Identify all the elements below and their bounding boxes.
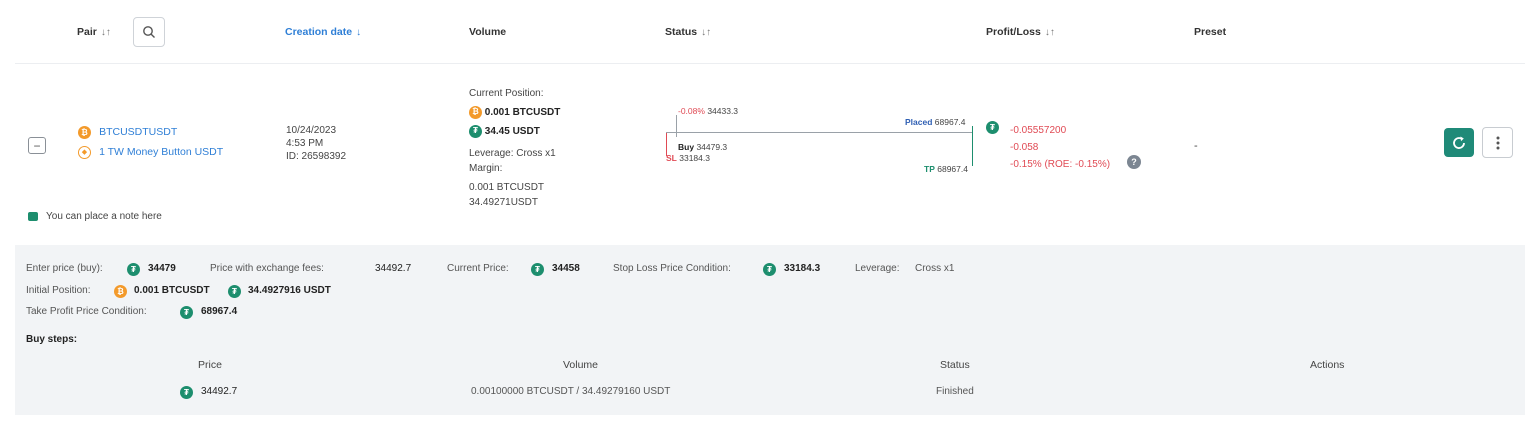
tp-condition-label: Take Profit Price Condition: bbox=[26, 306, 147, 317]
sort-icon: ↓↑ bbox=[100, 27, 111, 38]
sort-icon: ↓↑ bbox=[1044, 27, 1055, 38]
pl-value-2: -0.058 bbox=[1010, 142, 1039, 153]
more-actions-button[interactable] bbox=[1482, 127, 1513, 158]
sl-label: SL 33184.3 bbox=[666, 153, 710, 163]
column-header-preset: Preset bbox=[1194, 26, 1227, 38]
sort-icon: ↓↑ bbox=[701, 27, 712, 38]
position-usdt: 34.45 USDT bbox=[484, 126, 540, 137]
usdt-coin-icon: ₮ bbox=[469, 124, 482, 138]
current-position-label: Current Position: bbox=[469, 88, 544, 99]
step-price: 34492.7 bbox=[201, 386, 238, 397]
buy-steps-title: Buy steps: bbox=[26, 334, 78, 345]
step-volume: 0.00100000 BTCUSDT / 34.49279160 USDT bbox=[471, 386, 671, 397]
usdt-coin-icon: ₮ bbox=[127, 263, 140, 276]
sort-desc-icon: ↓ bbox=[356, 27, 362, 38]
btc-coin-icon: ₿ bbox=[114, 285, 127, 298]
refresh-icon bbox=[1453, 136, 1465, 149]
creation-time: 4:53 PM bbox=[286, 138, 324, 149]
more-vertical-icon bbox=[1496, 136, 1499, 149]
usdt-coin-icon: ₮ bbox=[986, 121, 999, 134]
placed-label: Placed 68967.4 bbox=[905, 117, 966, 127]
preset-value: - bbox=[1194, 140, 1198, 152]
leverage-value: Cross x1 bbox=[915, 263, 955, 274]
note-field[interactable]: You can place a note here bbox=[28, 211, 162, 222]
status-range-line bbox=[666, 132, 973, 133]
column-header-creation-date[interactable]: Creation date ↓ bbox=[285, 26, 361, 38]
margin-label: Margin: bbox=[469, 163, 503, 174]
current-price-value: 34458 bbox=[552, 263, 580, 274]
tp-condition-value: 68967.4 bbox=[201, 306, 238, 317]
price-fees-value: 34492.7 bbox=[375, 263, 412, 274]
table-row: ₮ 34492.7 0.00100000 BTCUSDT / 34.492791… bbox=[0, 385, 1536, 401]
search-button[interactable] bbox=[133, 17, 165, 47]
leverage-label: Leverage: bbox=[855, 263, 900, 274]
pair-cell: ₿ BTCUSDTUSDT ◆ 1 TW Money Button USDT bbox=[78, 126, 223, 164]
pair-link[interactable]: BTCUSDTUSDT bbox=[99, 126, 177, 138]
steps-header-volume: Volume bbox=[563, 359, 599, 371]
steps-header-actions: Actions bbox=[1310, 359, 1345, 371]
initial-usdt: 34.4927916 USDT bbox=[248, 285, 331, 296]
pl-percent: -0.15% (ROE: -0.15%) bbox=[1010, 159, 1111, 170]
collapse-row-button[interactable]: − bbox=[28, 137, 46, 154]
enter-price-value: 34479 bbox=[148, 263, 176, 274]
margin-usdt: 34.49271USDT bbox=[469, 197, 538, 208]
volume-details: Leverage: Cross x1 Margin: 0.001 BTCUSDT… bbox=[469, 146, 556, 210]
position-btc: 0.001 BTCUSDT bbox=[484, 107, 561, 118]
price-fees-label: Price with exchange fees: bbox=[210, 263, 324, 274]
steps-header-price: Price bbox=[198, 359, 222, 371]
bot-name-link[interactable]: 1 TW Money Button USDT bbox=[99, 146, 223, 158]
sl-pct-label: -0.08% 34433.3 bbox=[678, 106, 739, 116]
details-line-1: Enter price (buy): ₮ 34479 Price with ex… bbox=[26, 263, 1516, 277]
tp-label: TP 68967.4 bbox=[924, 164, 968, 174]
step-status: Finished bbox=[936, 386, 974, 397]
usdt-coin-icon: ₮ bbox=[228, 285, 241, 298]
leverage-text: Leverage: Cross x1 bbox=[469, 148, 556, 159]
column-header-profit-loss[interactable]: Profit/Loss ↓↑ bbox=[986, 26, 1055, 38]
initial-btc: 0.001 BTCUSDT bbox=[134, 285, 210, 296]
btc-coin-icon: ₿ bbox=[78, 126, 91, 139]
enter-price-label: Enter price (buy): bbox=[26, 263, 103, 274]
sl-condition-value: 33184.3 bbox=[784, 263, 821, 274]
usdt-coin-icon: ₮ bbox=[763, 263, 776, 276]
column-header-status[interactable]: Status ↓↑ bbox=[665, 26, 711, 38]
bot-icon: ◆ bbox=[78, 146, 91, 159]
sl-condition-label: Stop Loss Price Condition: bbox=[613, 263, 731, 274]
info-icon[interactable]: ? bbox=[1127, 155, 1141, 169]
search-icon bbox=[143, 26, 155, 38]
creation-date-cell: 10/24/2023 4:53 PM ID: 26598392 bbox=[286, 124, 346, 163]
header-divider bbox=[15, 63, 1525, 64]
deal-id: ID: 26598392 bbox=[286, 151, 347, 162]
initial-position-label: Initial Position: bbox=[26, 285, 91, 296]
pl-value: -0.05557200 bbox=[1010, 125, 1067, 136]
creation-date: 10/24/2023 bbox=[286, 125, 337, 136]
btc-coin-icon: ₿ bbox=[469, 105, 482, 119]
column-header-pair[interactable]: Pair ↓↑ bbox=[77, 26, 111, 38]
buy-label: Buy 34479.3 bbox=[678, 142, 728, 152]
note-icon bbox=[28, 211, 38, 221]
current-price-label: Current Price: bbox=[447, 263, 509, 274]
status-chart: -0.08% 34433.3 Placed 68967.4 Buy 34479.… bbox=[665, 100, 985, 180]
details-line-3: Take Profit Price Condition: ₮ 68967.4 bbox=[26, 306, 426, 320]
current-marker-line bbox=[676, 115, 677, 137]
margin-btc: 0.001 BTCUSDT bbox=[469, 182, 545, 193]
usdt-coin-icon: ₮ bbox=[180, 306, 193, 319]
volume-cell: Current Position: ₿ 0.001 BTCUSDT ₮ 34.4… bbox=[469, 84, 560, 141]
tp-marker-line bbox=[972, 126, 973, 166]
usdt-coin-icon: ₮ bbox=[531, 263, 544, 276]
column-header-volume: Volume bbox=[469, 26, 507, 38]
steps-header-status: Status bbox=[940, 359, 970, 371]
refresh-button[interactable] bbox=[1444, 128, 1474, 157]
usdt-coin-icon: ₮ bbox=[180, 386, 193, 399]
details-line-2: Initial Position: ₿ 0.001 BTCUSDT ₮ 34.4… bbox=[26, 285, 626, 299]
